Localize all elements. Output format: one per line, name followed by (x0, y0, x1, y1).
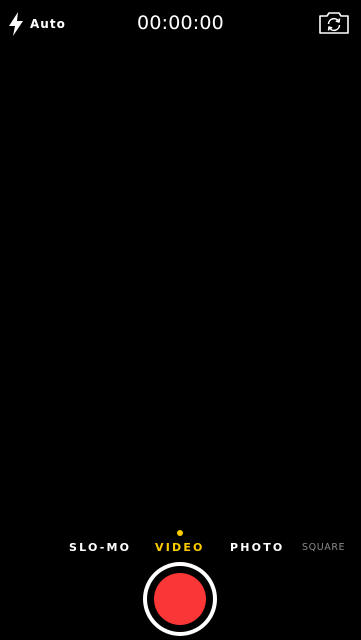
mode-photo[interactable]: PHOTO (230, 540, 284, 556)
record-icon (154, 573, 206, 625)
mode-square[interactable]: SQUARE (302, 540, 345, 556)
selected-mode-indicator (177, 530, 183, 536)
mode-video[interactable]: VIDEO (155, 540, 205, 556)
recording-timer: 00:00:00 (137, 12, 224, 34)
record-button[interactable] (143, 562, 217, 636)
camera-mode-selector[interactable]: SLO-MO VIDEO PHOTO SQUARE (0, 540, 361, 556)
camera-flip-icon (319, 12, 349, 34)
mode-slo-mo[interactable]: SLO-MO (69, 540, 131, 556)
record-button-ring (147, 566, 213, 632)
camera-viewfinder[interactable] (0, 46, 361, 526)
top-bar: Auto 00:00:00 (0, 0, 361, 46)
flip-camera-button[interactable] (318, 11, 350, 35)
